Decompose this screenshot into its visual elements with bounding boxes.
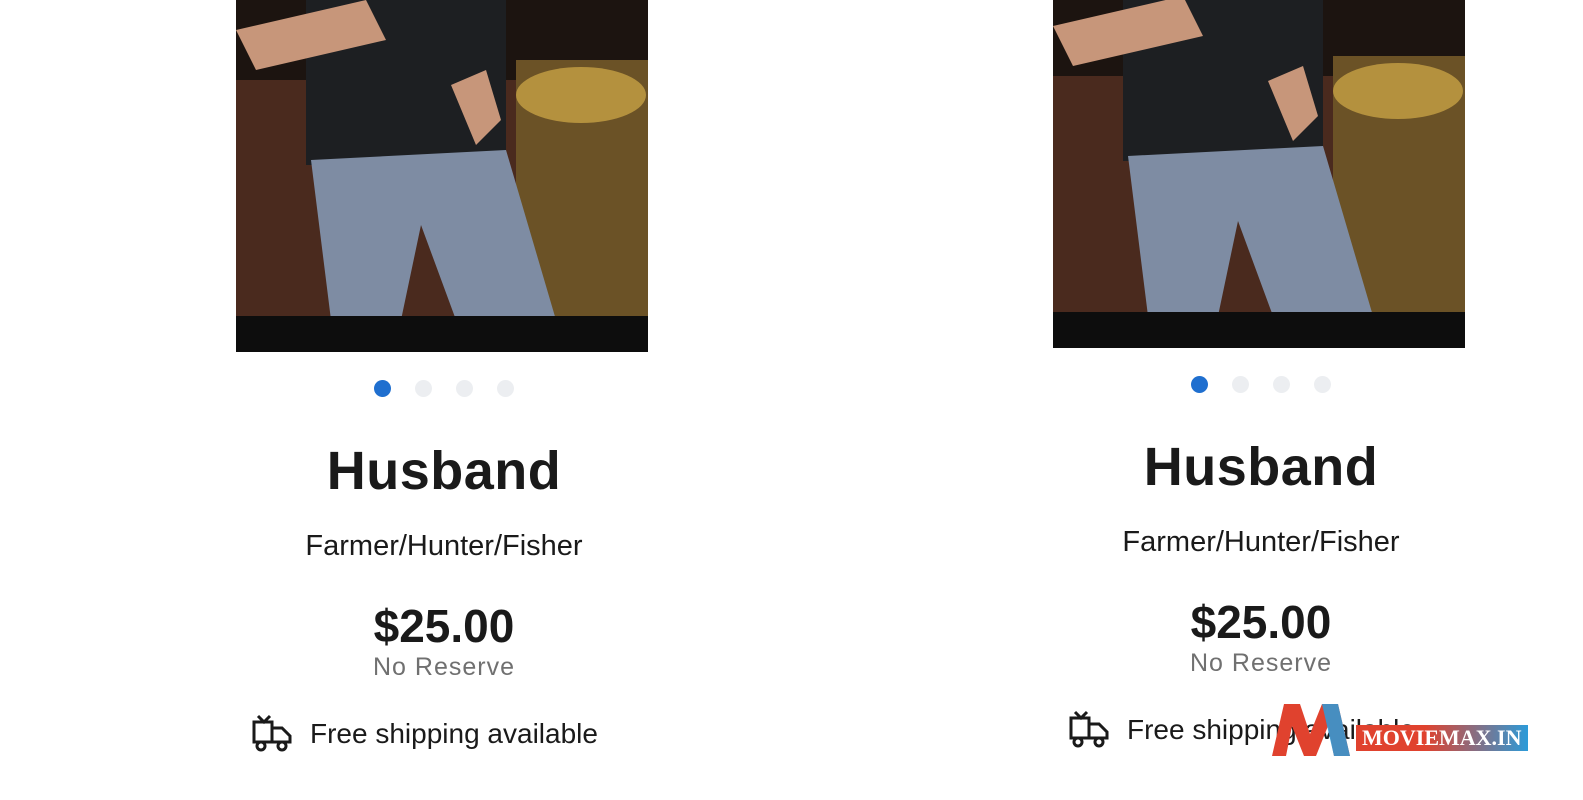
listing-title: Husband	[1143, 437, 1379, 497]
product-photo[interactable]	[1053, 0, 1465, 348]
listing-subtitle: Farmer/Hunter/Fisher	[1122, 526, 1400, 558]
listing-price: $25.00	[373, 600, 515, 652]
carousel-dot[interactable]	[415, 380, 432, 397]
listing-price: $25.00	[1190, 596, 1332, 648]
listing-subtitle: Farmer/Hunter/Fisher	[305, 530, 583, 562]
product-photo[interactable]	[236, 0, 648, 352]
listing-title: Husband	[326, 441, 562, 501]
carousel-dot-active[interactable]	[1191, 376, 1208, 393]
carousel-dot[interactable]	[1314, 376, 1331, 393]
listing-card-left: Husband Farmer/Hunter/Fisher $25.00 No R…	[234, 0, 654, 756]
carousel-indicator	[234, 380, 654, 398]
reserve-status: No Reserve	[1190, 649, 1332, 677]
watermark: MOVIEMAX.IN	[1270, 700, 1540, 760]
shipping-label: Free shipping available	[310, 718, 598, 749]
delivery-truck-icon	[1069, 710, 1109, 748]
carousel-dot-active[interactable]	[374, 380, 391, 397]
delivery-truck-icon	[252, 714, 292, 752]
carousel-dot[interactable]	[1232, 376, 1249, 393]
listing-card-right: Husband Farmer/Hunter/Fisher $25.00 No R…	[1051, 0, 1471, 752]
watermark-logo-icon	[1272, 704, 1350, 756]
watermark-text: MOVIEMAX.IN	[1356, 725, 1528, 751]
reserve-status: No Reserve	[373, 653, 515, 681]
carousel-dot[interactable]	[456, 380, 473, 397]
carousel-dot[interactable]	[497, 380, 514, 397]
carousel-indicator	[1051, 376, 1471, 394]
shipping-info: Free shipping available	[250, 712, 654, 756]
carousel-dot[interactable]	[1273, 376, 1290, 393]
